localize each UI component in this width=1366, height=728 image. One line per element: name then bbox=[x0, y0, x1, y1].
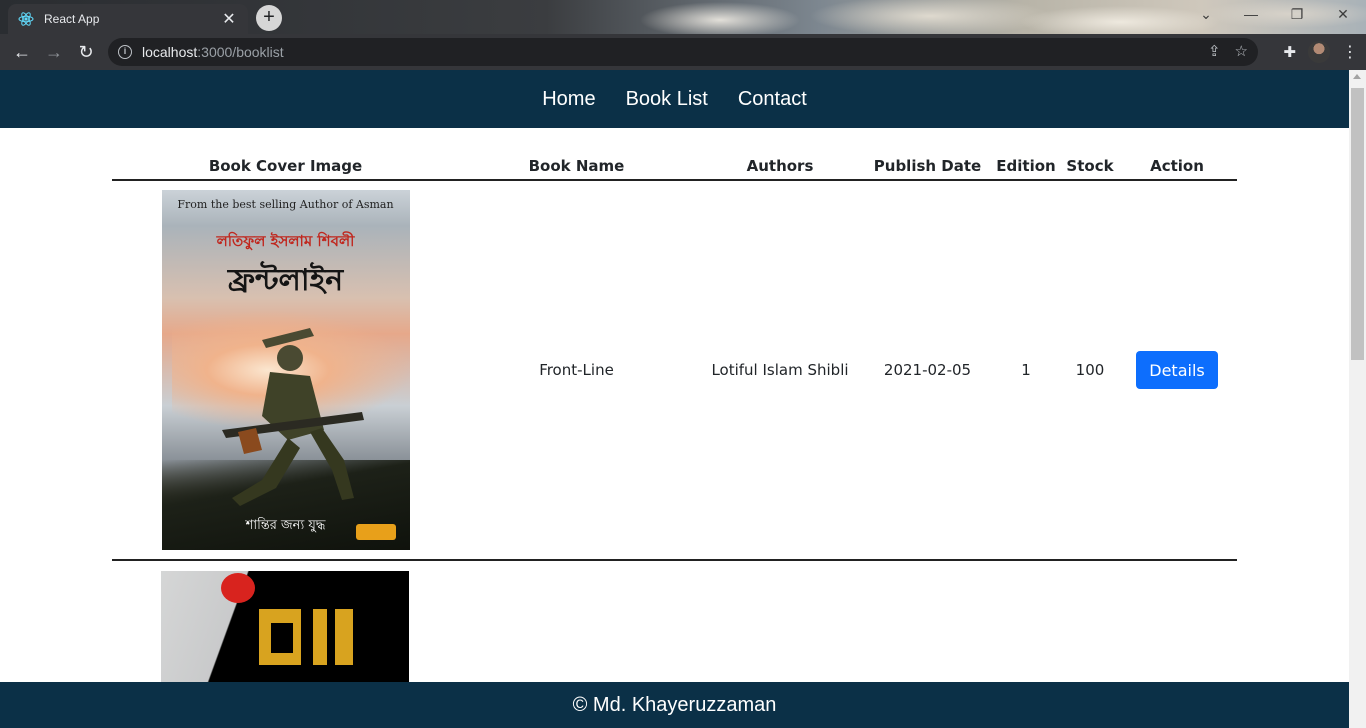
bookmark-star-icon[interactable]: ☆ bbox=[1235, 42, 1248, 60]
nav-link-book-list[interactable]: Book List bbox=[626, 88, 708, 111]
nav-link-contact[interactable]: Contact bbox=[738, 88, 807, 111]
scrollbar-thumb[interactable] bbox=[1351, 88, 1364, 360]
authors-cell: Lotiful Islam Shibli bbox=[694, 180, 866, 561]
cover-top-text: From the best selling Author of Asman bbox=[177, 198, 394, 211]
profile-avatar[interactable] bbox=[1308, 41, 1330, 63]
column-header-stock: Stock bbox=[1063, 148, 1117, 181]
new-tab-button[interactable]: + bbox=[256, 5, 282, 31]
share-icon[interactable]: ⇪ bbox=[1208, 42, 1221, 60]
window-close-icon[interactable]: ✕ bbox=[1333, 6, 1353, 23]
footer: © Md. Khayeruzzaman bbox=[0, 682, 1349, 728]
footer-copyright: © Md. Khayeruzzaman bbox=[572, 693, 777, 716]
url-input[interactable]: i localhost:3000/booklist ⇪ ☆ bbox=[108, 38, 1258, 66]
info-icon[interactable]: i bbox=[118, 45, 132, 59]
browser-tab-strip: React App ✕ + ⌄ — ❐ ✕ bbox=[0, 0, 1366, 34]
nav-link-home[interactable]: Home bbox=[542, 88, 595, 111]
tab-search-icon[interactable]: ⌄ bbox=[1196, 6, 1216, 23]
cover-title-text: ফ্রন্টলাইন bbox=[227, 263, 344, 298]
url-host: localhost bbox=[142, 44, 198, 60]
column-header-authors: Authors bbox=[694, 148, 866, 181]
top-navbar: Home Book List Contact bbox=[0, 70, 1349, 128]
publisher-logo bbox=[355, 524, 396, 540]
table-header-row: Book Cover Image Book Name Authors Publi… bbox=[112, 148, 1237, 181]
edition-cell: 1 bbox=[989, 180, 1063, 561]
book-cover-image-partial bbox=[161, 571, 409, 684]
book-cover-image: From the best selling Author of Asman লত… bbox=[161, 190, 410, 550]
page-scrollbar[interactable] bbox=[1349, 70, 1366, 728]
column-header-book-name: Book Name bbox=[459, 148, 694, 181]
cover-badge bbox=[221, 573, 255, 603]
page-viewport: Home Book List Contact Book Cover Image … bbox=[0, 70, 1349, 728]
restore-icon[interactable]: ❐ bbox=[1287, 6, 1307, 23]
column-header-cover: Book Cover Image bbox=[112, 148, 459, 181]
tab-title: React App bbox=[44, 12, 100, 26]
close-icon[interactable]: ✕ bbox=[220, 9, 238, 29]
address-bar-row: ← → ↻ i localhost:3000/booklist ⇪ ☆ ✚ ⋮ bbox=[0, 34, 1366, 70]
minimize-icon[interactable]: — bbox=[1241, 6, 1261, 22]
action-cell: Details bbox=[1117, 180, 1237, 561]
column-header-action: Action bbox=[1117, 148, 1237, 181]
table-row: From the best selling Author of Asman লত… bbox=[112, 180, 1237, 561]
publish-date-cell: 2021-02-05 bbox=[866, 180, 989, 561]
book-name-cell: Front-Line bbox=[459, 180, 694, 561]
browser-tab[interactable]: React App ✕ bbox=[8, 4, 248, 34]
details-button[interactable]: Details bbox=[1136, 351, 1218, 389]
column-header-edition: Edition bbox=[989, 148, 1063, 181]
extensions-puzzle-icon[interactable]: ✚ bbox=[1283, 43, 1296, 61]
menu-kebab-icon[interactable]: ⋮ bbox=[1342, 42, 1358, 62]
url-path: :3000/booklist bbox=[197, 44, 284, 60]
cover-cell: From the best selling Author of Asman লত… bbox=[112, 180, 459, 561]
back-arrow-icon[interactable]: ← bbox=[6, 34, 38, 70]
book-table-container: Book Cover Image Book Name Authors Publi… bbox=[112, 148, 1237, 684]
react-logo-icon bbox=[18, 12, 34, 26]
book-table: Book Cover Image Book Name Authors Publi… bbox=[112, 148, 1237, 561]
column-header-publish-date: Publish Date bbox=[866, 148, 989, 181]
soldier-illustration bbox=[221, 328, 364, 506]
scroll-up-arrow-icon[interactable] bbox=[1353, 74, 1361, 79]
forward-arrow-icon[interactable]: → bbox=[38, 34, 70, 70]
cover-author-text: লতিফুল ইসলাম শিবলী bbox=[216, 232, 355, 250]
reload-icon[interactable]: ↻ bbox=[70, 34, 102, 70]
stock-cell: 100 bbox=[1063, 180, 1117, 561]
cover-logo-art bbox=[259, 609, 353, 665]
